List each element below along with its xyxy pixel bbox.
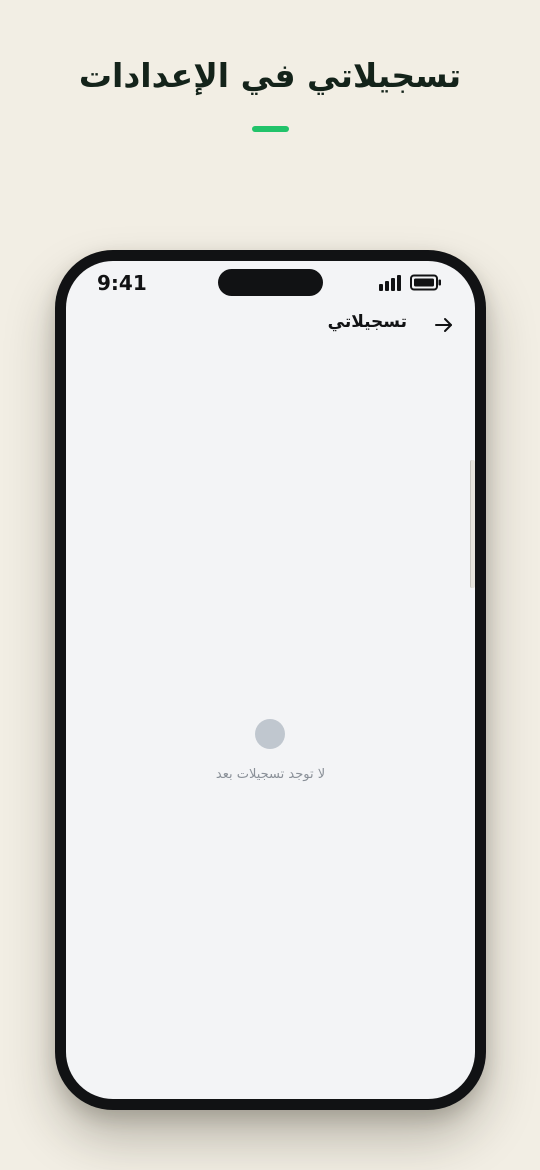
side-button — [470, 460, 475, 588]
battery-full-icon — [410, 274, 441, 291]
arrow-right-icon — [435, 318, 452, 332]
status-time: 9:41 — [97, 271, 147, 295]
page-title: تسجيلاتي في الإعدادات — [78, 56, 462, 95]
empty-state-message: لا توجد تسجيلات بعد — [215, 767, 326, 782]
dynamic-island — [218, 269, 323, 296]
phone-frame: 9:41 تسجيلاتي لا توجد تسجيلات بعد — [55, 250, 486, 1110]
title-underline — [252, 126, 289, 132]
empty-circle-icon — [255, 719, 285, 749]
signal-bars-icon — [379, 275, 401, 291]
screen-title: تسجيلاتي — [327, 312, 407, 332]
back-button[interactable] — [432, 313, 456, 337]
phone-screen: 9:41 تسجيلاتي لا توجد تسجيلات بعد — [66, 261, 475, 1099]
